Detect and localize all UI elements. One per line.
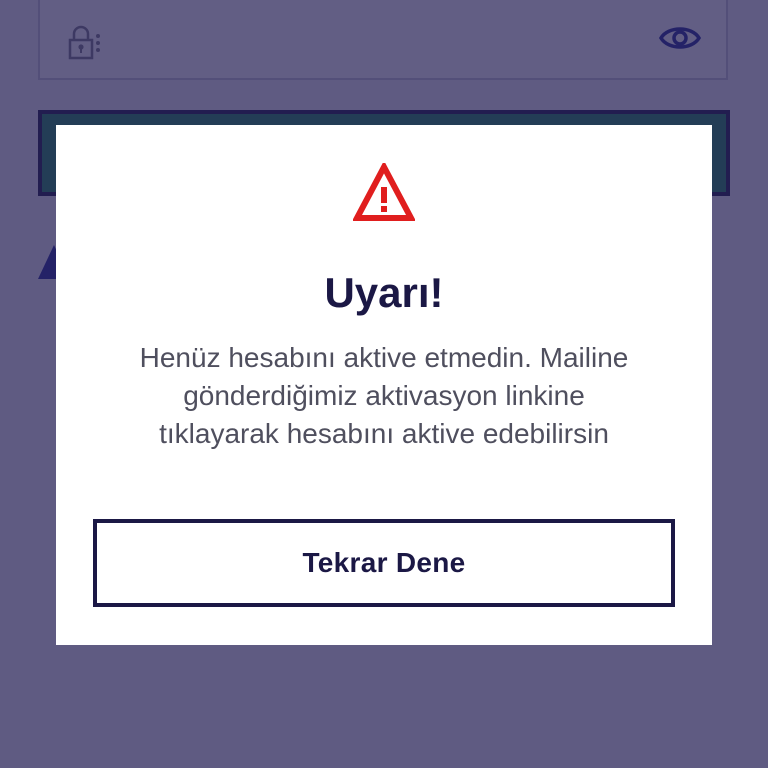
retry-button[interactable]: Tekrar Dene — [93, 519, 675, 607]
retry-button-label: Tekrar Dene — [302, 547, 466, 578]
warning-triangle-icon — [353, 163, 415, 221]
dialog-title: Uyarı! — [324, 269, 444, 316]
dialog-message: Henüz hesabını aktive etmedin. Mailine g… — [139, 342, 629, 449]
alert-dialog: Uyarı! Henüz hesabını aktive etmedin. Ma… — [56, 125, 712, 645]
